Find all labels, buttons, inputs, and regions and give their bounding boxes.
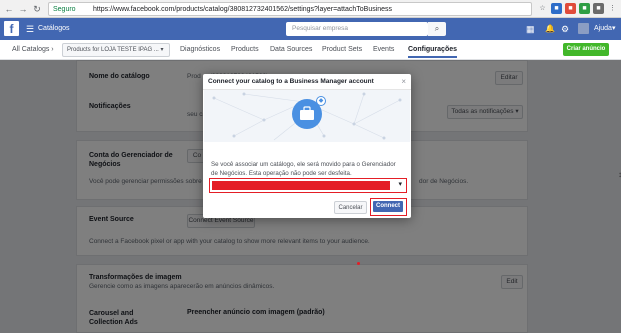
cancel-button[interactable]: Cancelar [334,201,367,214]
avatar[interactable] [578,23,589,34]
hamburger-icon[interactable]: ☰ [26,18,34,40]
menu-icon[interactable]: ⋮ [607,3,618,14]
redacted-account-name [212,181,390,190]
facebook-logo-icon[interactable]: f [4,21,19,36]
all-catalogs-link[interactable]: All Catalogs › [12,40,54,60]
secure-label: Seguro [53,6,76,13]
tag-icon: ◆ [316,96,326,106]
browser-toolbar: ← → ↻ Seguro https://www.facebook.com/pr… [0,0,621,18]
close-icon[interactable]: × [401,77,406,86]
tab-product-sets[interactable]: Product Sets [322,40,362,60]
search-icon[interactable]: ⌕ [428,22,446,36]
url-text[interactable]: https://www.facebook.com/products/catalo… [93,4,392,15]
back-icon[interactable]: ← [3,3,15,15]
section-title: Catálogos [38,25,70,32]
connect-button[interactable]: Connect [373,201,403,212]
gear-icon[interactable]: ⚙ [561,18,569,40]
chevron-down-icon[interactable]: ▾ [398,180,402,188]
grid-icon[interactable]: ▦ [526,18,535,40]
extension-icon-4[interactable]: ■ [593,3,604,14]
forward-icon[interactable]: → [17,3,29,15]
catalog-selector[interactable]: Products for LOJA TESTE IPAG ... ▾ [62,43,170,57]
notifications-icon[interactable]: 🔔 [545,18,555,40]
extension-icon[interactable]: ■ [551,3,562,14]
chevron-down-icon[interactable]: ▾ [612,18,616,40]
tab-data-sources[interactable]: Data Sources [270,40,312,60]
fb-top-bar: f ☰ Catálogos Pesquisar empresa ⌕ ▦ 🔔 ⚙ … [0,18,621,40]
star-icon[interactable]: ☆ [537,3,548,14]
tab-products[interactable]: Products [231,40,259,60]
annotation-dot [357,262,360,265]
dialog-body: Se você associar um catálogo, ele será m… [211,161,396,177]
help-link[interactable]: Ajuda [594,18,612,40]
reload-icon[interactable]: ↻ [31,3,43,15]
dialog-title: Connect your catalog to a Business Manag… [203,74,411,90]
tab-settings[interactable]: Configurações [408,40,458,58]
connect-bm-dialog: Connect your catalog to a Business Manag… [203,74,411,218]
extension-icon-2[interactable]: ■ [565,3,576,14]
search-input[interactable]: Pesquisar empresa [286,22,428,36]
dialog-illustration: ◆ [204,90,410,142]
catalog-subnav: All Catalogs › Products for LOJA TESTE I… [0,40,621,60]
bm-account-select[interactable]: ▾ [209,178,407,193]
connect-button-highlight: Connect [370,198,407,216]
extension-icon-3[interactable]: ■ [579,3,590,14]
create-ad-button[interactable]: Criar anúncio [563,43,609,56]
tab-events[interactable]: Events [373,40,394,60]
tab-diagnostics[interactable]: Diagnósticos [180,40,220,60]
address-bar[interactable]: Seguro https://www.facebook.com/products… [48,2,532,16]
